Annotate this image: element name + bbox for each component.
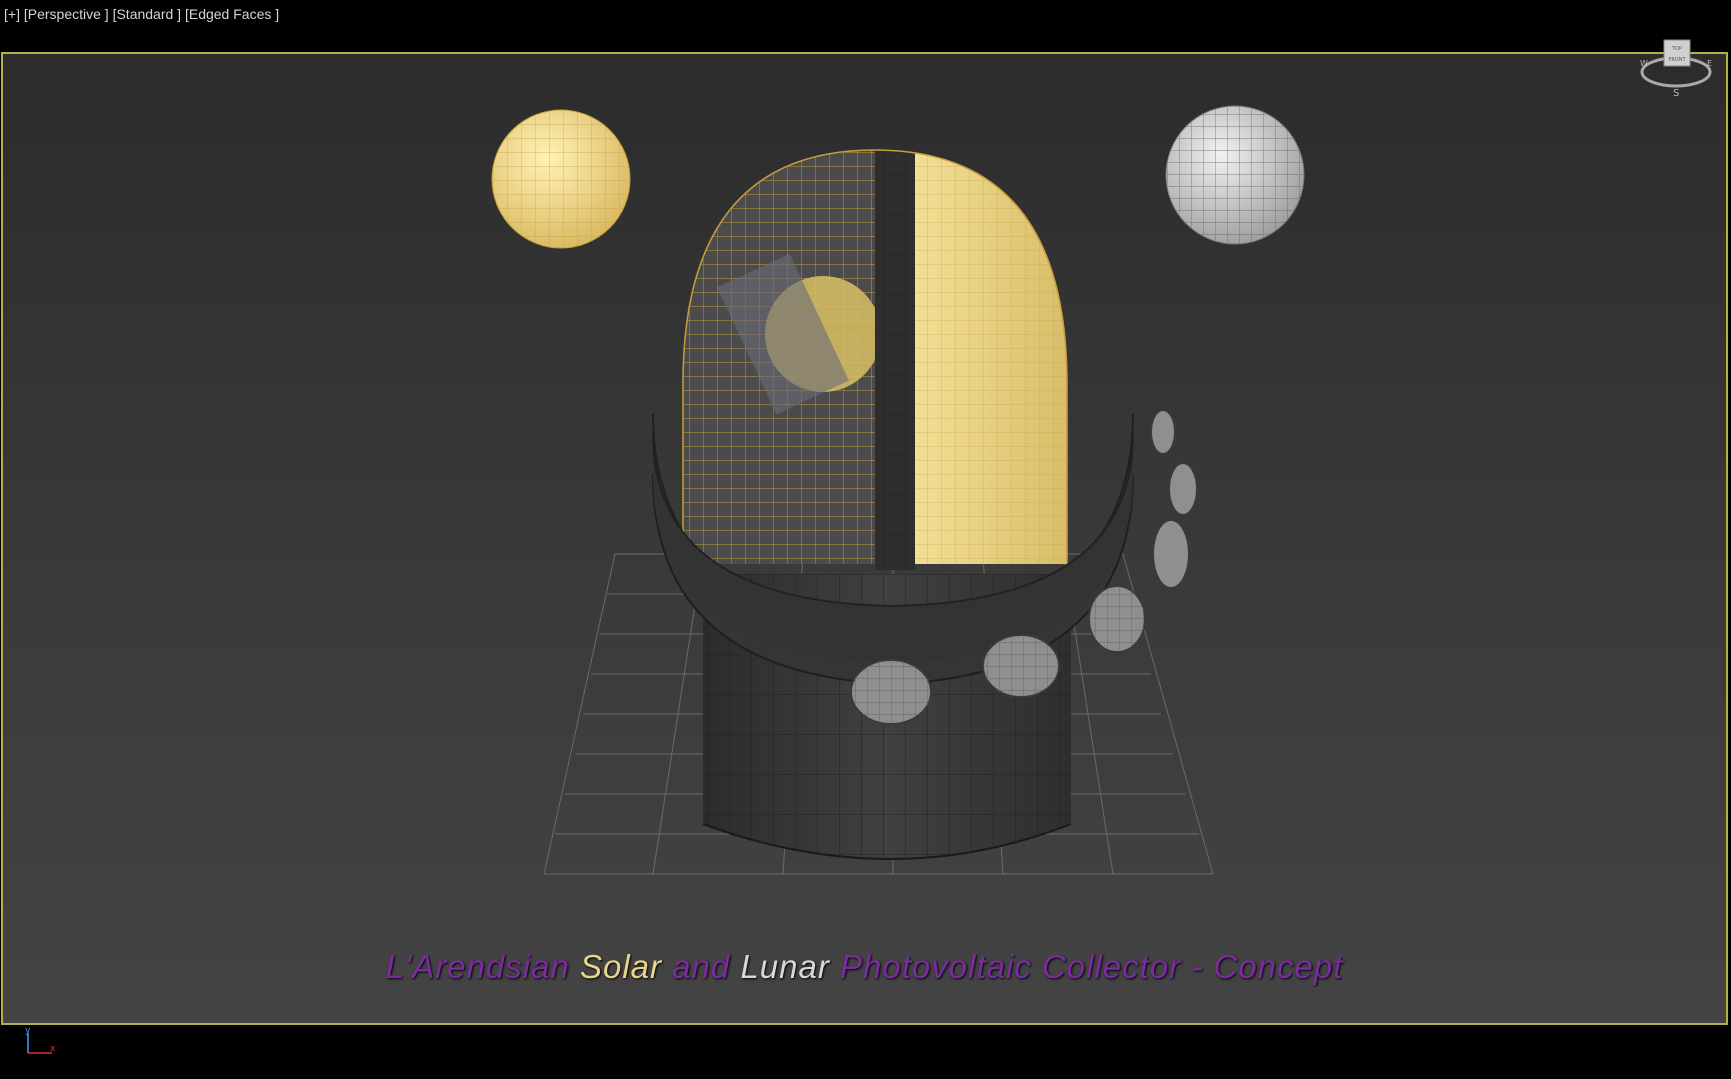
viewport-view-menu[interactable]: [Perspective ] — [24, 6, 109, 22]
sun-sphere[interactable] — [491, 109, 631, 249]
axis-y-label: y — [25, 1026, 31, 1036]
compass-w-label: W — [1640, 59, 1648, 68]
viewport-header: [+] [Perspective ] [Standard ] [Edged Fa… — [0, 0, 1731, 52]
caption-part-5: Photovoltaic Collector - Concept — [840, 948, 1344, 985]
viewport-plus-menu[interactable]: [+] — [4, 6, 20, 22]
viewport-label-menu: [+] [Perspective ] [Standard ] [Edged Fa… — [4, 6, 279, 22]
scene-render — [491, 105, 1305, 875]
caption-part-3: and — [672, 948, 731, 985]
compass-e-label: E — [1707, 59, 1712, 68]
viewcube-front-label[interactable]: FRONT — [1668, 57, 1686, 63]
scene-title-caption: L'Arendsian Solar and Lunar Photovoltaic… — [3, 948, 1726, 986]
viewport-shading-menu[interactable]: [Standard ] — [113, 6, 182, 22]
perspective-viewport[interactable]: L'Arendsian Solar and Lunar Photovoltaic… — [1, 52, 1728, 1025]
collector-dome[interactable] — [682, 149, 1068, 570]
viewcube-icon[interactable]: TOP FRONT W E S — [1636, 30, 1716, 102]
axis-x-label: x — [50, 1044, 56, 1054]
viewport-footer — [0, 1025, 1731, 1079]
axis-tripod-icon: y x — [25, 1026, 56, 1054]
caption-part-2: Solar — [579, 948, 663, 985]
caption-part-1: L'Arendsian — [385, 948, 570, 985]
moon-sphere[interactable] — [1165, 105, 1305, 245]
compass-s-label: S — [1673, 88, 1679, 99]
viewport-edges-menu[interactable]: [Edged Faces ] — [185, 6, 279, 22]
viewcube-top-label[interactable]: TOP — [1671, 46, 1682, 52]
caption-part-4: Lunar — [740, 948, 830, 985]
